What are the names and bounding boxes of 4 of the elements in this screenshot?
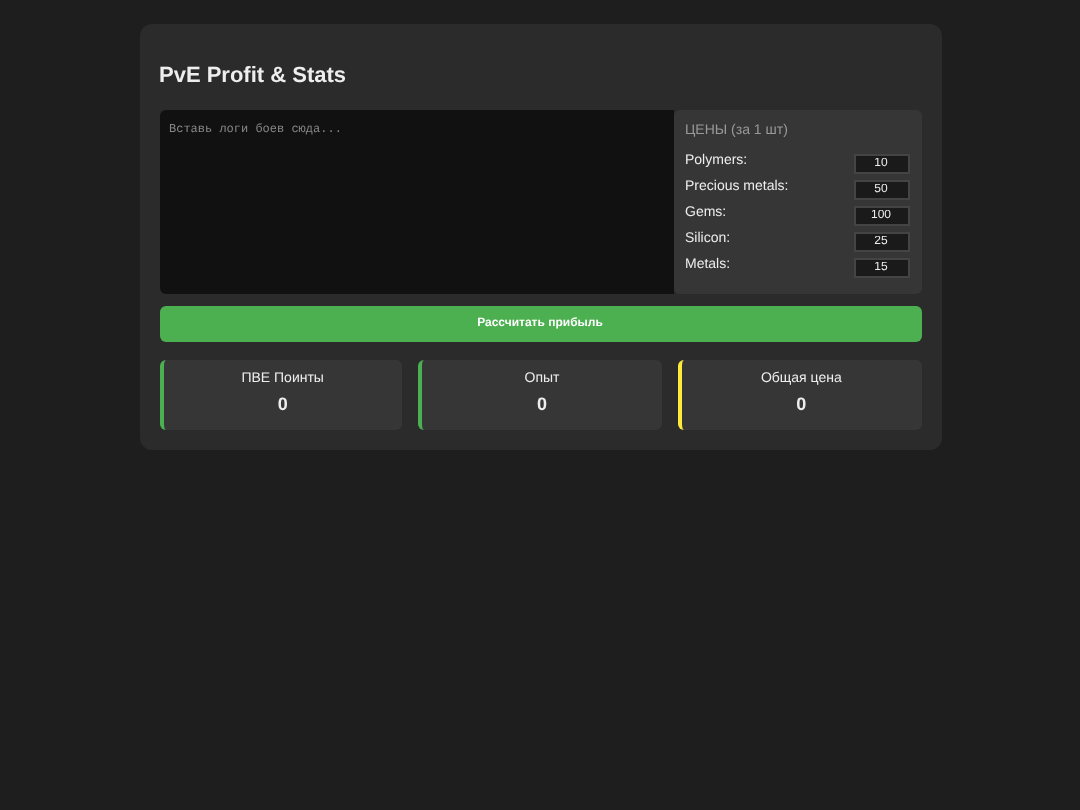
page-title: PvE Profit & Stats [159,62,349,92]
stat-value: 0 [535,391,550,417]
stat-value: 0 [794,391,809,417]
stat-value: 0 [275,391,290,417]
